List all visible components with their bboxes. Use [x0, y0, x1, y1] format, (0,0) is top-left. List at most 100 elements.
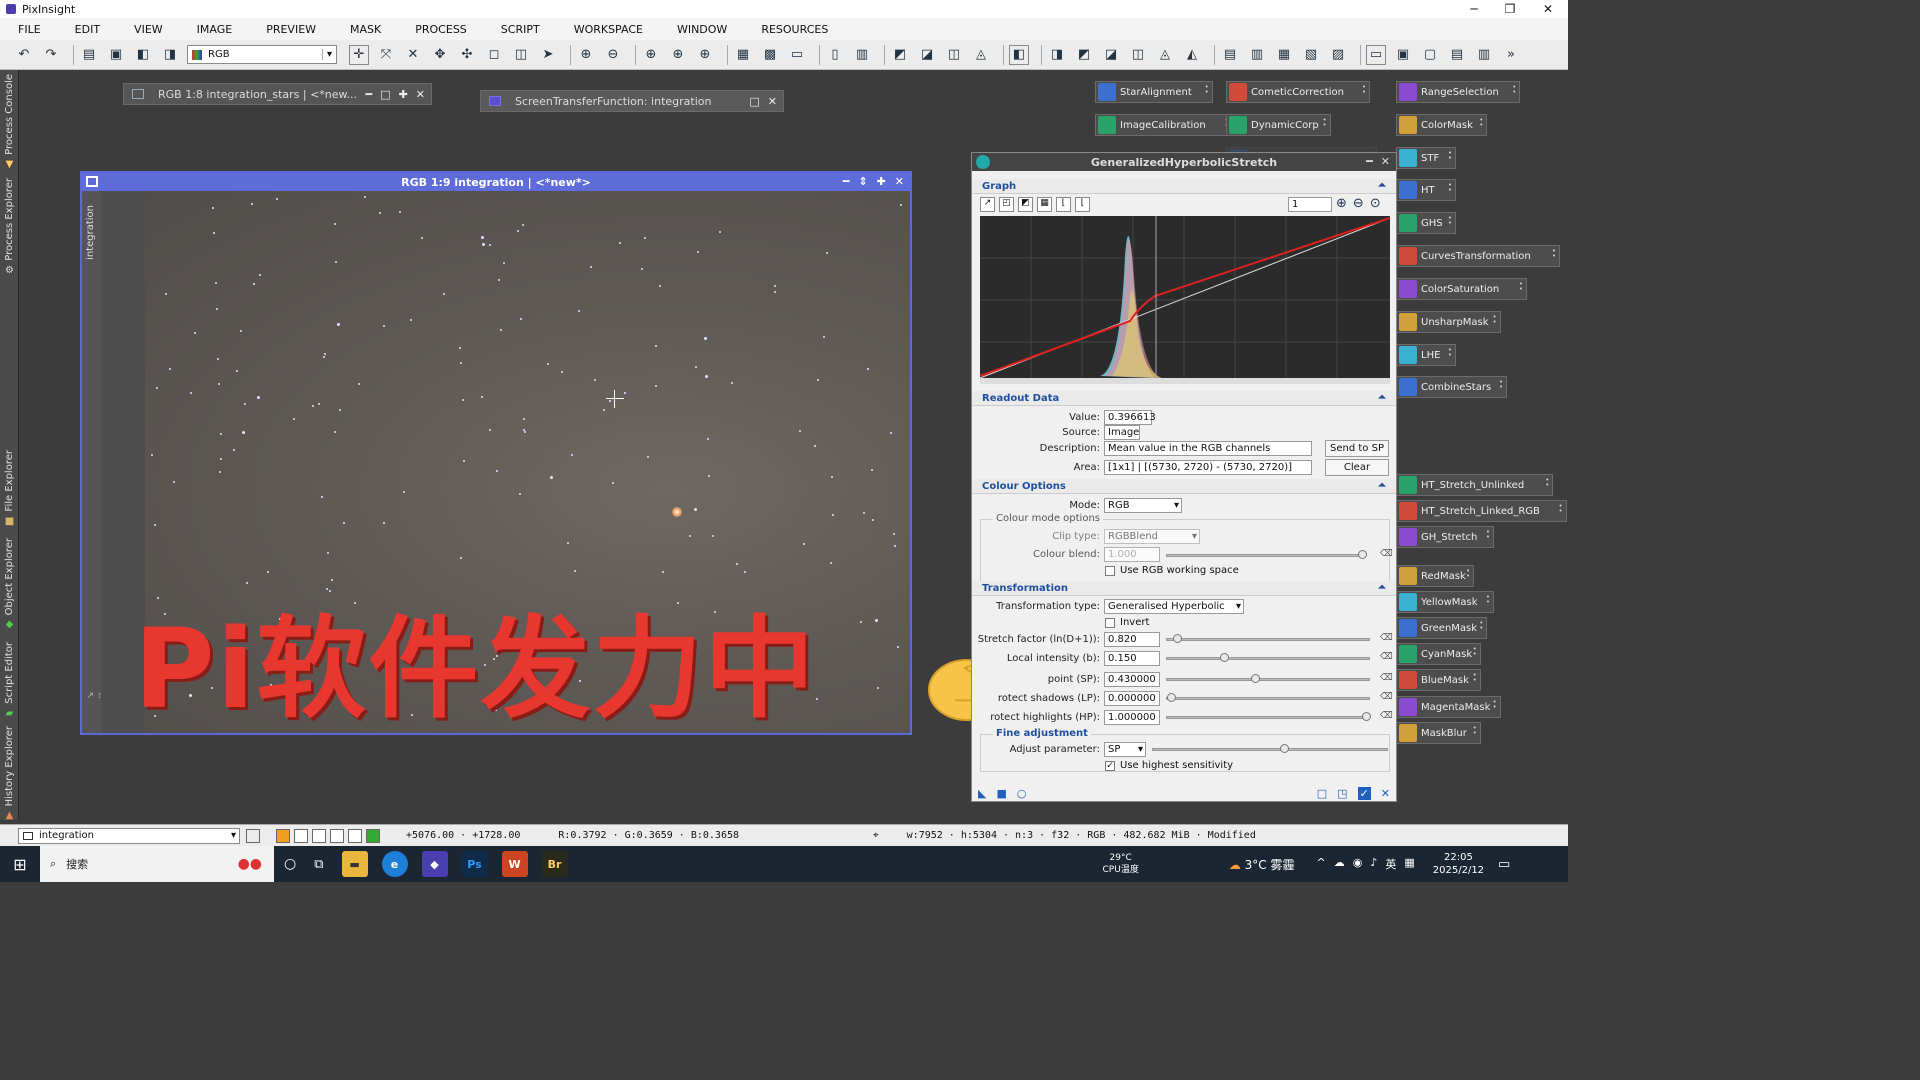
tab-process-explorer[interactable]: Process Explorer ⚙: [0, 178, 19, 276]
adjust-parameter-select[interactable]: SP ▾: [1104, 742, 1146, 757]
mode-6-icon[interactable]: [366, 828, 380, 843]
mode-select[interactable]: RGB ▾: [1104, 498, 1182, 513]
process-k-icon[interactable]: ◭: [1182, 45, 1202, 65]
process-icon-cyanmask[interactable]: CyanMask • •: [1396, 643, 1481, 665]
menu-preview[interactable]: PREVIEW: [266, 23, 316, 36]
image-window-titlebar[interactable]: RGB 1:9 integration | <*new*> ━ ⇕ ✚ ✕: [82, 173, 910, 191]
bridge-app-icon[interactable]: Br: [541, 851, 568, 877]
volume-icon[interactable]: ♪: [1370, 856, 1377, 872]
process-icon-colorsaturation[interactable]: ColorSaturation • •: [1396, 278, 1527, 300]
shaded-window-stars[interactable]: RGB 1:8 integration_stars | <*new... ━ □ ✚…: [123, 83, 432, 105]
section-graph[interactable]: Graph ⏶: [972, 179, 1396, 194]
menu-mask[interactable]: MASK: [350, 23, 381, 36]
close-icon[interactable]: ✕: [768, 95, 777, 108]
graph-tool-1-icon[interactable]: ↗: [980, 197, 995, 212]
panel-e-icon[interactable]: ▨: [1328, 45, 1348, 65]
undo-icon[interactable]: ↶: [14, 45, 34, 65]
collapse-icon[interactable]: ⏶: [1378, 392, 1386, 403]
cpu-temp-widget[interactable]: 29°C CPU温度: [1103, 852, 1139, 876]
redo-icon[interactable]: ↷: [41, 45, 61, 65]
process-d-icon[interactable]: ◬: [971, 45, 991, 65]
ghs-titlebar[interactable]: GeneralizedHyperbolicStretch ━ ✕: [972, 153, 1396, 171]
protect-highlights-slider[interactable]: [1166, 712, 1371, 721]
slider-knob[interactable]: [1251, 674, 1260, 683]
protect-highlights-field[interactable]: 1.000000: [1104, 710, 1160, 725]
reset-icon[interactable]: ⌫: [1380, 673, 1393, 683]
new-instance-icon[interactable]: ◣: [978, 787, 986, 800]
window-icon[interactable]: ▯: [825, 45, 845, 65]
export-icon[interactable]: ◨: [160, 45, 180, 65]
process-icon-maskblur[interactable]: MaskBlur • •: [1396, 722, 1481, 744]
menu-workspace[interactable]: WORKSPACE: [574, 23, 643, 36]
file-explorer-app-icon[interactable]: ▬: [341, 851, 368, 877]
graph-zoom-spinner[interactable]: 1: [1288, 197, 1332, 212]
process-icon-greenmask[interactable]: GreenMask • •: [1396, 617, 1488, 639]
mode-5-icon[interactable]: [348, 828, 362, 843]
ghs-graph[interactable]: [980, 216, 1390, 384]
real-time-preview-icon[interactable]: ○: [1017, 787, 1027, 800]
section-readout[interactable]: Readout Data ⏶: [972, 391, 1396, 406]
pan-icon[interactable]: ✥: [430, 45, 450, 65]
windows-start-icon[interactable]: ⊞: [0, 855, 40, 874]
select-icon[interactable]: ➤: [538, 45, 558, 65]
zoom-fit-icon[interactable]: ⤧: [376, 45, 396, 65]
workspace-d-icon[interactable]: ▥: [1474, 45, 1494, 65]
process-icon-ht-stretch-unlinked[interactable]: HT_Stretch_Unlinked • •: [1396, 474, 1554, 496]
symmetry-point-field[interactable]: 0.430000: [1104, 672, 1160, 687]
minimize-icon[interactable]: ━: [366, 88, 373, 101]
menu-resources[interactable]: RESOURCES: [761, 23, 828, 36]
reset-all-icon[interactable]: ✕: [1381, 787, 1390, 800]
process-icon-unsharpmask[interactable]: UnsharpMask • •: [1396, 311, 1501, 333]
collapse-icon[interactable]: ⏶: [1378, 480, 1386, 491]
stf-auto-icon[interactable]: ▩: [760, 45, 780, 65]
panel-c-icon[interactable]: ▦: [1274, 45, 1294, 65]
ime-indicator[interactable]: 英: [1385, 856, 1396, 872]
send-to-sp-button[interactable]: Send to SP: [1325, 440, 1389, 457]
menu-file[interactable]: FILE: [18, 23, 41, 36]
process-icon-colormask[interactable]: ColorMask • •: [1396, 114, 1488, 136]
edge-app-icon[interactable]: e: [381, 851, 408, 877]
pixinsight-app-icon[interactable]: ◆: [421, 851, 448, 877]
mask-icon[interactable]: ▭: [787, 45, 807, 65]
process-icon-ht-stretch-linked-rgb[interactable]: HT_Stretch_Linked_RGB • •: [1396, 500, 1567, 522]
zoom-in-icon[interactable]: ⊕: [576, 45, 596, 65]
new-preview-icon[interactable]: ◫: [511, 45, 531, 65]
process-i-icon[interactable]: ◫: [1128, 45, 1148, 65]
use-rgb-ws-checkbox[interactable]: [1105, 565, 1115, 576]
zoom-2-icon[interactable]: ⊕: [668, 45, 688, 65]
grid-icon[interactable]: ▦: [1037, 197, 1052, 212]
restore-icon[interactable]: □: [749, 95, 759, 108]
process-icon-stf[interactable]: STF • •: [1396, 147, 1456, 169]
menu-script[interactable]: SCRIPT: [501, 23, 540, 36]
process-j-icon[interactable]: ◬: [1155, 45, 1175, 65]
shade-icon[interactable]: ⇕: [858, 175, 867, 188]
process-icon-combinestars[interactable]: CombineStars • •: [1396, 376, 1508, 398]
tile-icon[interactable]: ▥: [852, 45, 872, 65]
open-icon[interactable]: ▣: [106, 45, 126, 65]
mode-4-icon[interactable]: [330, 828, 344, 843]
process-icon-rangeselection[interactable]: RangeSelection • •: [1396, 81, 1521, 103]
color-mode-icon[interactable]: [276, 828, 290, 843]
stretch-factor-field[interactable]: 0.820: [1104, 632, 1160, 647]
process-icon-bluemask[interactable]: BlueMask • •: [1396, 669, 1481, 691]
zoom-out-icon[interactable]: ⊖: [603, 45, 623, 65]
close-icon[interactable]: ✕: [895, 175, 904, 188]
graph-tool-3-icon[interactable]: ◩: [1018, 197, 1033, 212]
network-icon[interactable]: ◉: [1353, 856, 1363, 872]
process-icon-lhe[interactable]: LHE • •: [1396, 344, 1456, 366]
protect-shadows-slider[interactable]: [1166, 693, 1370, 702]
tray-chevron-icon[interactable]: ^: [1317, 856, 1326, 872]
slider-knob[interactable]: [1220, 653, 1229, 662]
process-icon-curvestransformation[interactable]: CurvesTransformation • •: [1396, 245, 1560, 267]
cloud-icon[interactable]: ☁: [1334, 856, 1345, 872]
process-c-icon[interactable]: ◫: [944, 45, 964, 65]
reset-icon[interactable]: ⌫: [1380, 711, 1393, 721]
symmetry-point-slider[interactable]: [1166, 674, 1370, 683]
ime-grid-icon[interactable]: ▦: [1404, 856, 1414, 872]
zoom-in-icon[interactable]: ⊕: [1336, 196, 1347, 211]
invert-checkbox[interactable]: [1105, 617, 1115, 628]
collapse-icon[interactable]: ⏶: [1378, 582, 1386, 593]
tab-script-editor[interactable]: Script Editor ▰: [0, 642, 19, 719]
close-button[interactable]: ✕: [1530, 0, 1566, 18]
browse-doc-icon[interactable]: □: [1317, 787, 1327, 800]
